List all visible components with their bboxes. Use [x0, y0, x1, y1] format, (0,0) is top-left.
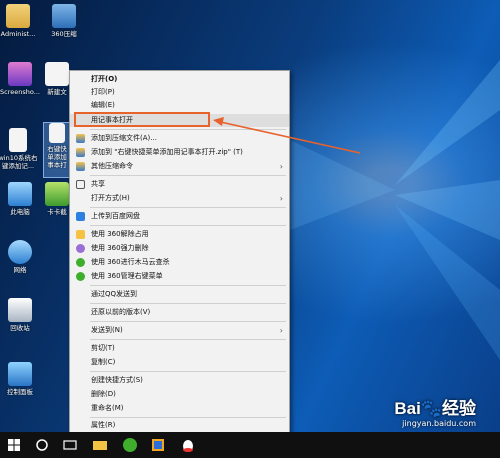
ie-browser-icon[interactable] [150, 437, 166, 453]
chevron-right-icon: › [279, 326, 283, 335]
menu-item-360-trojan-scan[interactable]: 使用 360进行木马云查杀 [70, 256, 289, 269]
menu-separator [90, 285, 286, 286]
menu-item-other-compress[interactable]: 其他压缩命令 › [70, 160, 289, 173]
menu-separator [90, 321, 286, 322]
search-circle-icon[interactable] [34, 437, 50, 453]
annotation-highlight-box [74, 112, 210, 127]
user-folder-icon [6, 4, 30, 28]
file-explorer-icon[interactable] [92, 437, 108, 453]
archive-icon [76, 162, 85, 171]
browser-360-icon[interactable] [122, 437, 138, 453]
baidu-watermark: Bai🐾经验 jingyan.baidu.com [394, 394, 476, 428]
menu-item-send-to[interactable]: 发送到(N) › [70, 324, 289, 337]
delete-icon [76, 244, 85, 253]
menu-item-delete[interactable]: 删除(D) [70, 388, 289, 401]
menu-item-copy[interactable]: 复制(C) [70, 356, 289, 369]
menu-item-rename[interactable]: 重命名(M) [70, 402, 289, 415]
desktop-icon-recycle[interactable]: 回收站 [0, 298, 42, 332]
notepad-file-icon [49, 123, 65, 143]
recycle-bin-icon [8, 298, 32, 322]
menu-item-add-to-zip[interactable]: 添加到 "右键快捷菜单添加用记事本打开.zip" (T) [70, 146, 289, 159]
menu-item-send-via-qq[interactable]: 通过QQ发送到 [70, 288, 289, 301]
cloud-icon [76, 212, 85, 221]
menu-separator [90, 303, 286, 304]
network-icon [8, 240, 32, 264]
menu-item-print[interactable]: 打印(P) [70, 86, 289, 99]
desktop-icon-win10[interactable]: win10系统右 键添加记... [0, 128, 40, 170]
menu-item-360-manage-menu[interactable]: 使用 360管理右键菜单 [70, 270, 289, 283]
qq-penguin-icon[interactable] [180, 437, 196, 453]
share-icon [76, 180, 85, 189]
menu-item-cut[interactable]: 剪切(T) [70, 342, 289, 355]
menu-item-360-unlock[interactable]: 使用 360解除占用 [70, 228, 289, 241]
desktop-icon-selected-file[interactable]: 右键快 单添加 事本打 [43, 122, 71, 178]
shield-icon [76, 272, 85, 281]
archive-icon [76, 134, 85, 143]
menu-item-add-to-archive[interactable]: 添加到压缩文件(A)... [70, 132, 289, 145]
desktop-icon-pc[interactable]: 此电脑 [0, 182, 42, 216]
windows-start-icon[interactable] [6, 437, 22, 453]
desktop-icon-screenshot[interactable]: Screensho... [0, 62, 42, 96]
archive-icon [52, 4, 76, 28]
menu-item-360-force-delete[interactable]: 使用 360强力删除 [70, 242, 289, 255]
menu-separator [90, 339, 286, 340]
menu-separator [90, 371, 286, 372]
desktop-icon-card[interactable]: 卡卡截 [44, 182, 70, 216]
desktop-icon-admin[interactable]: Administ... [0, 4, 40, 38]
desktop-icon-newdoc[interactable]: 新建文 [42, 62, 72, 96]
menu-separator [90, 207, 286, 208]
document-icon [45, 62, 69, 86]
taskbar [0, 432, 500, 458]
archive-icon [76, 148, 85, 157]
watermark-site: jingyan.baidu.com [402, 419, 476, 428]
menu-separator [90, 129, 286, 130]
menu-item-open[interactable]: 打开(O) [70, 73, 289, 86]
chevron-right-icon: › [279, 194, 283, 203]
desktop-icon-360zip[interactable]: 360压缩 [42, 4, 86, 38]
menu-item-create-shortcut[interactable]: 创建快捷方式(S) [70, 374, 289, 387]
task-view-icon[interactable] [62, 437, 78, 453]
menu-item-baidu-upload[interactable]: 上传到百度网盘 [70, 210, 289, 223]
unlock-icon [76, 230, 85, 239]
camera-app-icon [45, 182, 69, 206]
menu-item-properties[interactable]: 属性(R) [70, 419, 289, 432]
menu-item-share[interactable]: 共享 [70, 178, 289, 191]
watermark-brand: Bai🐾经验 [394, 399, 476, 418]
chevron-right-icon: › [279, 162, 283, 171]
desktop-icon-control-panel[interactable]: 控制面板 [0, 362, 42, 396]
screenshot-app-icon [8, 62, 32, 86]
computer-icon [8, 182, 32, 206]
menu-item-open-with[interactable]: 打开方式(H) › [70, 192, 289, 205]
menu-item-edit[interactable]: 编辑(E) [70, 99, 289, 112]
control-panel-icon [8, 362, 32, 386]
desktop-icon-network[interactable]: 网络 [0, 240, 42, 274]
shield-icon [76, 258, 85, 267]
menu-item-restore-versions[interactable]: 还原以前的版本(V) [70, 306, 289, 319]
text-file-icon [9, 128, 27, 152]
menu-separator [90, 175, 286, 176]
menu-separator [90, 225, 286, 226]
menu-separator [90, 417, 286, 418]
